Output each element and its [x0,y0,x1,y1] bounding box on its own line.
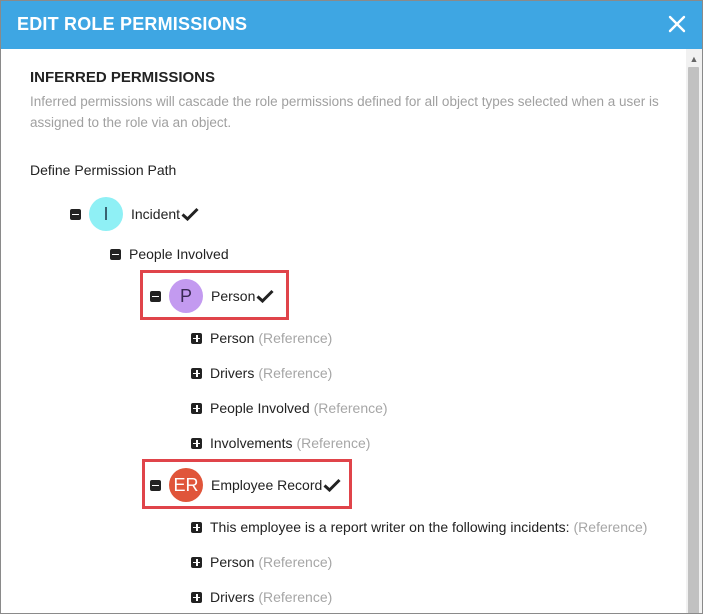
node-label[interactable]: Drivers [210,589,254,605]
employee-record-label[interactable]: Employee Record [211,477,322,493]
expand-icon[interactable] [191,521,202,533]
tree-node-drivers-reference: Drivers (Reference) [191,355,332,391]
reference-tag: (Reference) [258,589,333,605]
incident-label[interactable]: Incident [131,206,180,222]
tree-node-people-involved: People Involved [110,236,229,272]
tree-node-employee-record: ER Employee Record [150,467,341,503]
reference-tag: (Reference) [258,330,333,346]
close-icon[interactable] [664,10,690,38]
expand-icon[interactable] [191,437,202,449]
people-involved-label[interactable]: People Involved [129,246,229,262]
edit-role-permissions-dialog: EDIT ROLE PERMISSIONS INFERRED PERMISSIO… [0,0,703,614]
tree-node-person-reference: Person (Reference) [191,320,332,356]
collapse-icon[interactable] [70,208,81,220]
collapse-icon[interactable] [150,479,161,491]
dialog-content: INFERRED PERMISSIONS Inferred permission… [1,49,686,613]
tree-node-report-writer-reference: This employee is a report writer on the … [191,509,647,545]
collapse-icon[interactable] [110,248,121,260]
tree-node-people-involved-reference: People Involved (Reference) [191,390,388,426]
node-label[interactable]: Person [210,554,254,570]
reference-tag: (Reference) [258,365,333,381]
node-label[interactable]: Involvements [210,435,292,451]
tree-node-drivers-reference: Drivers (Reference) [191,579,332,613]
dialog-title: EDIT ROLE PERMISSIONS [17,14,248,34]
reference-tag: (Reference) [258,554,333,570]
reference-tag: (Reference) [313,400,388,416]
vertical-scrollbar[interactable]: ▲ [686,49,702,613]
collapse-icon[interactable] [150,290,161,302]
expand-icon[interactable] [191,332,202,344]
checkmark-icon [256,289,274,303]
person-label[interactable]: Person [211,288,255,304]
expand-icon[interactable] [191,402,202,414]
dialog-titlebar: EDIT ROLE PERMISSIONS [1,1,702,49]
employee-record-avatar: ER [169,468,203,502]
node-label[interactable]: This employee is a report writer on the … [210,519,570,535]
tree-node-person-reference: Person (Reference) [191,544,332,580]
checkmark-icon [323,478,341,492]
node-label[interactable]: Drivers [210,365,254,381]
expand-icon[interactable] [191,556,202,568]
tree-node-involvements-reference: Involvements (Reference) [191,425,370,461]
section-description: Inferred permissions will cascade the ro… [30,94,659,130]
expand-icon[interactable] [191,367,202,379]
incident-avatar: I [89,197,123,231]
permission-path-label: Define Permission Path [30,162,177,178]
reference-tag: (Reference) [296,435,371,451]
reference-tag: (Reference) [573,519,648,535]
node-label[interactable]: People Involved [210,400,310,416]
scroll-up-arrow-icon[interactable]: ▲ [686,53,702,65]
scrollbar-thumb[interactable] [688,67,699,613]
tree-node-incident: I Incident [70,196,199,232]
section-title: INFERRED PERMISSIONS [30,69,216,86]
node-label[interactable]: Person [210,330,254,346]
tree-node-person: P Person [150,278,274,314]
expand-icon[interactable] [191,591,202,603]
person-avatar: P [169,279,203,313]
checkmark-icon [181,207,199,221]
